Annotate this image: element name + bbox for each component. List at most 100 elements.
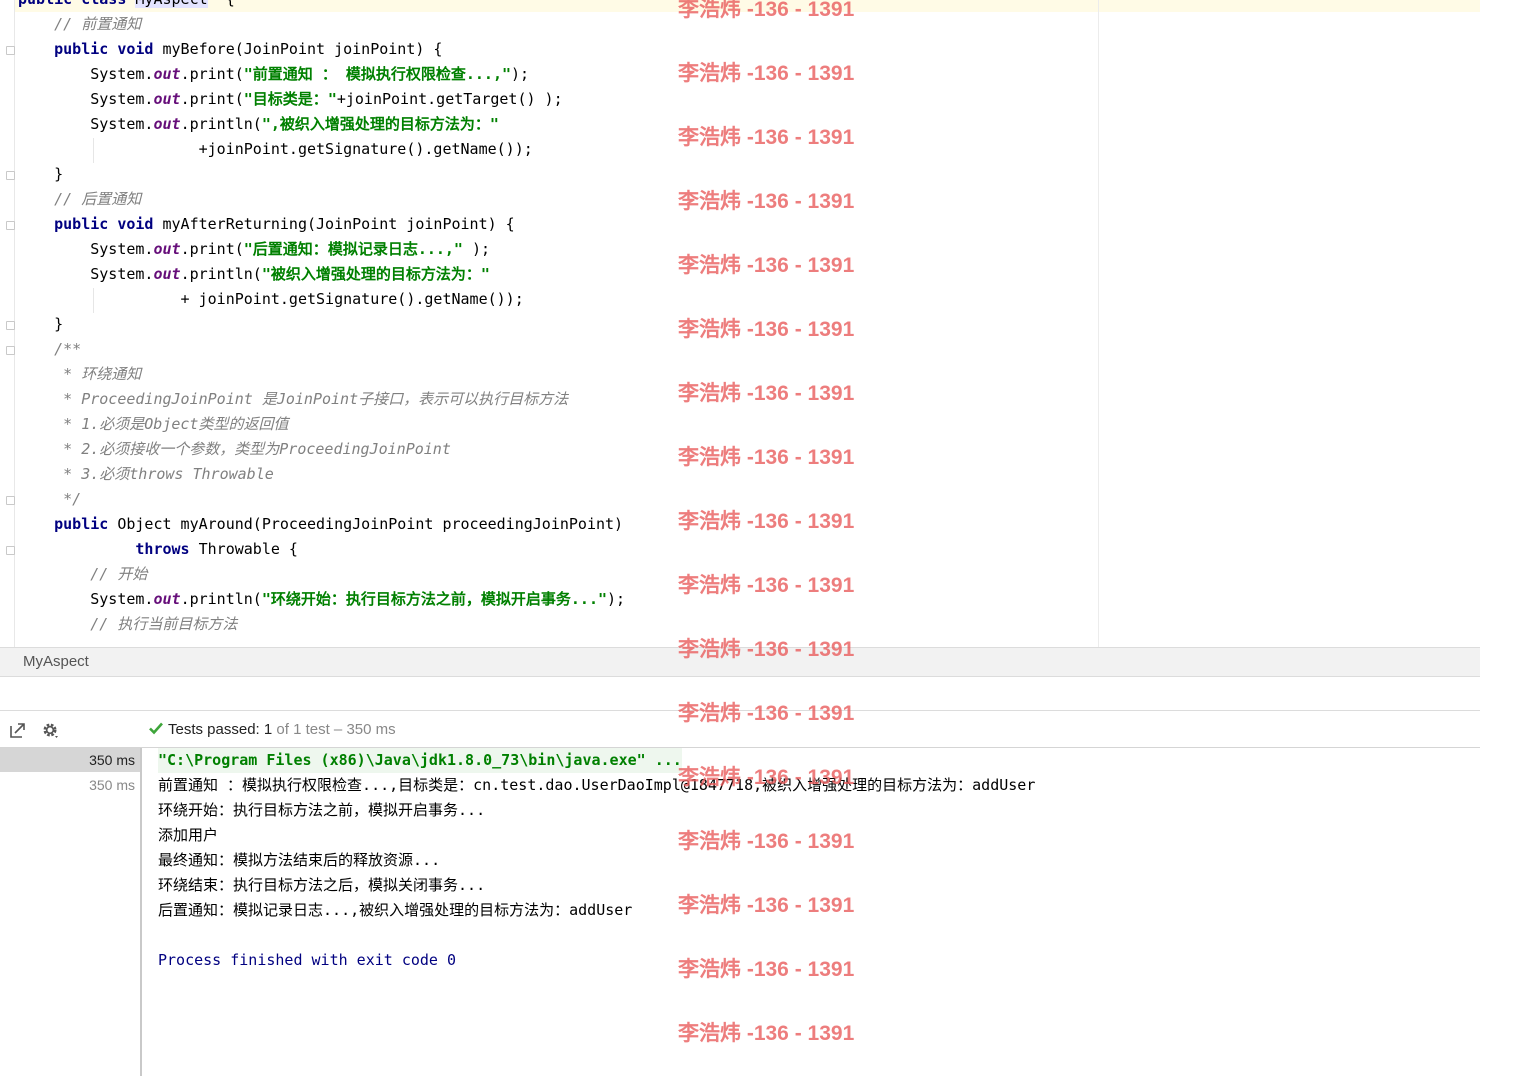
code-token: System. — [18, 90, 154, 108]
gear-icon[interactable] — [41, 721, 59, 739]
code-line: // 前置通知 — [18, 12, 141, 37]
test-tree-child-duration[interactable]: 350 ms — [0, 773, 140, 797]
code-token: "前置通知 ： 模拟执行权限检查...," — [243, 65, 512, 83]
code-token: public — [18, 515, 118, 533]
code-token: System. — [18, 115, 154, 133]
code-line: System.out.println("环绕开始：执行目标方法之前，模拟开启事务… — [18, 587, 625, 612]
code-line: // 后置通知 — [18, 187, 141, 212]
console-line: 环绕结束：执行目标方法之后，模拟关闭事务... — [158, 876, 486, 894]
fold-marker-icon[interactable] — [6, 346, 15, 355]
check-icon — [149, 722, 163, 735]
code-line: throws Throwable { — [18, 537, 298, 562]
code-token: } — [18, 315, 64, 333]
code-token: /** — [18, 340, 82, 358]
code-token: Throwable { — [198, 540, 298, 558]
code-line: public Object myAround(ProceedingJoinPoi… — [18, 512, 623, 537]
code-token: * 2.必须接收一个参数，类型为ProceedingJoinPoint — [18, 440, 451, 458]
console-line: 最终通知：模拟方法结束后的释放资源... — [158, 851, 441, 869]
code-token: out — [153, 265, 181, 283]
code-line: System.out.print("后置通知：模拟记录日志...," ); — [18, 237, 490, 262]
code-token: .print( — [180, 90, 244, 108]
code-line: public class MyAspect { — [18, 0, 235, 12]
test-tree: 350 ms 350 ms — [0, 748, 142, 1076]
code-token: // 开始 — [18, 565, 148, 583]
code-token: * 1.必须是Object类型的返回值 — [18, 415, 289, 433]
fold-marker-icon[interactable] — [6, 171, 15, 180]
console-line: 后置通知：模拟记录日志...,被织入增强处理的目标方法为：addUser — [158, 901, 633, 919]
code-token: * 3.必须throws Throwable — [18, 465, 274, 483]
console-line: 添加用户 — [158, 826, 219, 844]
code-line: System.out.print("前置通知 ： 模拟执行权限检查...,"); — [18, 62, 529, 87]
code-token: // 前置通知 — [18, 15, 142, 33]
code-token: out — [153, 115, 181, 133]
code-line: * 环绕通知 — [18, 362, 141, 387]
code-line: */ — [18, 487, 81, 512]
breadcrumb-item-myaspect[interactable]: MyAspect — [23, 653, 89, 670]
code-line: +joinPoint.getSignature().getName()); — [18, 137, 533, 162]
code-token: .println( — [180, 265, 262, 283]
code-token: Object myAround(ProceedingJoinPoint proc… — [117, 515, 624, 533]
tests-status-suffix: of 1 test – 350 ms — [272, 721, 396, 738]
fold-marker-icon[interactable] — [6, 221, 15, 230]
tool-window-header — [0, 677, 1480, 711]
console-exit-message: Process finished with exit code 0 — [158, 951, 457, 969]
code-token: public void — [18, 215, 163, 233]
right-margin-guide — [1098, 0, 1099, 647]
fold-marker-icon[interactable] — [6, 321, 15, 330]
fold-marker-icon[interactable] — [6, 496, 15, 505]
code-line: * 2.必须接收一个参数，类型为ProceedingJoinPoint — [18, 437, 451, 462]
code-token: ); — [607, 590, 626, 608]
fold-marker-icon[interactable] — [6, 46, 15, 55]
code-token: "后置通知：模拟记录日志...," — [243, 240, 463, 258]
code-line: + joinPoint.getSignature().getName()); — [18, 287, 524, 312]
tests-status-prefix: Tests passed: — [168, 721, 264, 738]
code-token: MyAspect — [135, 0, 208, 8]
console-command-line[interactable]: "C:\Program Files (x86)\Java\jdk1.8.0_73… — [158, 748, 682, 773]
code-line: * ProceedingJoinPoint 是JoinPoint子接口，表示可以… — [18, 387, 568, 412]
test-tree-root-duration[interactable]: 350 ms — [0, 748, 140, 772]
code-token: myBefore(JoinPoint joinPoint) { — [162, 40, 443, 58]
code-line: System.out.println("被织入增强处理的目标方法为：" — [18, 262, 490, 287]
code-token: * ProceedingJoinPoint 是JoinPoint子接口，表示可以… — [18, 390, 569, 408]
code-token: } — [18, 165, 64, 183]
code-line: // 开始 — [18, 562, 147, 587]
breadcrumb: MyAspect — [0, 647, 1480, 677]
code-editor[interactable]: public class MyAspect { // 前置通知 public v… — [0, 0, 1480, 647]
console-line: 前置通知 ：模拟执行权限检查...,目标类是：cn.test.dao.UserD… — [158, 776, 1036, 794]
code-token: out — [153, 90, 181, 108]
ide-window: public class MyAspect { // 前置通知 public v… — [0, 0, 1536, 1076]
editor-gutter[interactable] — [0, 0, 15, 647]
code-line: } — [18, 312, 63, 337]
code-token: ",被织入增强处理的目标方法为：" — [261, 115, 499, 133]
code-token: +joinPoint.getSignature().getName()); — [18, 140, 533, 158]
code-token: "被织入增强处理的目标方法为：" — [261, 265, 490, 283]
code-line: * 1.必须是Object类型的返回值 — [18, 412, 288, 437]
code-token: "目标类是：" — [243, 90, 337, 108]
code-token: System. — [18, 265, 154, 283]
code-token: throws — [18, 540, 199, 558]
code-token: // 后置通知 — [18, 190, 142, 208]
console-output[interactable]: "C:\Program Files (x86)\Java\jdk1.8.0_73… — [143, 748, 1480, 1076]
code-token: .print( — [180, 240, 244, 258]
code-token: System. — [18, 590, 154, 608]
code-token: out — [153, 65, 181, 83]
tests-status: Tests passed: 1 of 1 test – 350 ms — [148, 720, 396, 738]
code-token: "环绕开始：执行目标方法之前，模拟开启事务..." — [261, 590, 607, 608]
code-token: ); — [511, 65, 530, 83]
code-token: System. — [18, 65, 154, 83]
code-token: { — [208, 0, 235, 8]
code-token: ); — [462, 240, 491, 258]
export-icon[interactable] — [9, 721, 27, 739]
code-line: public void myBefore(JoinPoint joinPoint… — [18, 37, 442, 62]
code-line: // 执行当前目标方法 — [18, 612, 237, 637]
code-line: * 3.必须throws Throwable — [18, 462, 274, 487]
console-line: 环绕开始：执行目标方法之前，模拟开启事务... — [158, 801, 486, 819]
code-token: +joinPoint.getTarget() ); — [336, 90, 563, 108]
code-token: .print( — [180, 65, 244, 83]
code-token: public class — [18, 0, 135, 8]
code-token: */ — [18, 490, 82, 508]
code-line: System.out.println(",被织入增强处理的目标方法为：" — [18, 112, 499, 137]
code-line: public void myAfterReturning(JoinPoint j… — [18, 212, 515, 237]
code-line: System.out.print("目标类是："+joinPoint.getTa… — [18, 87, 563, 112]
fold-marker-icon[interactable] — [6, 546, 15, 555]
